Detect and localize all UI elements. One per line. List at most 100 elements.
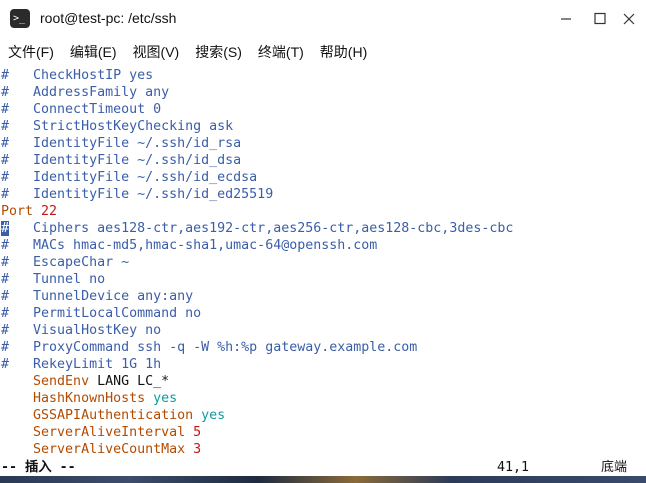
comment-marker: # bbox=[1, 119, 10, 134]
maximize-button[interactable] bbox=[588, 8, 612, 30]
comment-marker: # bbox=[1, 153, 10, 168]
comment-marker: # bbox=[1, 102, 10, 117]
terminal-line: # AddressFamily any bbox=[0, 84, 646, 101]
terminal-line: # PermitLocalCommand no bbox=[0, 305, 646, 322]
terminal-line: # IdentityFile ~/.ssh/id_rsa bbox=[0, 135, 646, 152]
config-value-number: 22 bbox=[41, 204, 58, 219]
terminal-line: # IdentityFile ~/.ssh/id_dsa bbox=[0, 152, 646, 169]
terminal-line: SendEnv LANG LC_* bbox=[0, 373, 646, 390]
comment-marker: # bbox=[1, 323, 10, 338]
comment-text: EscapeChar ~ bbox=[9, 255, 130, 270]
comment-marker: # bbox=[1, 272, 10, 287]
config-key: ServerAliveInterval bbox=[33, 425, 186, 440]
comment-marker: # bbox=[1, 68, 10, 83]
terminal-line: # RekeyLimit 1G 1h bbox=[0, 356, 646, 373]
config-value-number: 3 bbox=[193, 442, 202, 457]
comment-marker: # bbox=[1, 187, 10, 202]
menu-edit[interactable]: 编辑(E) bbox=[62, 38, 125, 67]
menu-search[interactable]: 搜索(S) bbox=[187, 38, 250, 67]
comment-marker: # bbox=[1, 136, 10, 151]
comment-text: Tunnel no bbox=[9, 272, 106, 287]
menu-file[interactable]: 文件(F) bbox=[0, 38, 62, 67]
config-key: Port bbox=[1, 204, 34, 219]
comment-text: StrictHostKeyChecking ask bbox=[9, 119, 234, 134]
minimize-icon bbox=[561, 18, 571, 20]
terminal-line: ServerAliveInterval 5 bbox=[0, 424, 646, 441]
comment-text: ConnectTimeout 0 bbox=[9, 102, 162, 117]
comment-text: VisualHostKey no bbox=[9, 323, 162, 338]
comment-text: IdentityFile ~/.ssh/id_ecdsa bbox=[9, 170, 258, 185]
text-cursor: # bbox=[1, 221, 10, 236]
comment-text: RekeyLimit 1G 1h bbox=[9, 357, 162, 372]
config-key: GSSAPIAuthentication bbox=[33, 408, 194, 423]
scroll-position: 底端 bbox=[601, 460, 628, 475]
comment-text: TunnelDevice any:any bbox=[9, 289, 194, 304]
terminal-line: # Ciphers aes128-ctr,aes192-ctr,aes256-c… bbox=[0, 220, 646, 237]
comment-marker: # bbox=[1, 85, 10, 100]
config-value: LANG LC_* bbox=[89, 374, 170, 389]
menu-terminal[interactable]: 终端(T) bbox=[250, 38, 312, 67]
desktop-background bbox=[0, 476, 646, 483]
terminal-line: # IdentityFile ~/.ssh/id_ecdsa bbox=[0, 169, 646, 186]
terminal-line: # IdentityFile ~/.ssh/id_ed25519 bbox=[0, 186, 646, 203]
terminal-icon: >_ bbox=[10, 9, 30, 28]
comment-text: Ciphers aes128-ctr,aes192-ctr,aes256-ctr… bbox=[9, 221, 514, 236]
terminal-line: # EscapeChar ~ bbox=[0, 254, 646, 271]
config-value-boolean: yes bbox=[201, 408, 226, 423]
comment-marker: # bbox=[1, 238, 10, 253]
config-value-boolean: yes bbox=[153, 391, 178, 406]
terminal-line: # VisualHostKey no bbox=[0, 322, 646, 339]
comment-marker: # bbox=[1, 289, 10, 304]
config-key: HashKnownHosts bbox=[33, 391, 146, 406]
comment-marker: # bbox=[1, 255, 10, 270]
comment-marker: # bbox=[1, 170, 10, 185]
menu-bar: 文件(F) 编辑(E) 视图(V) 搜索(S) 终端(T) 帮助(H) bbox=[0, 38, 646, 67]
terminal-line: # StrictHostKeyChecking ask bbox=[0, 118, 646, 135]
comment-text: IdentityFile ~/.ssh/id_dsa bbox=[9, 153, 242, 168]
window-title: root@test-pc: /etc/ssh bbox=[40, 10, 177, 26]
close-button[interactable] bbox=[621, 8, 645, 30]
insert-mode-indicator: -- 插入 -- bbox=[1, 460, 76, 475]
comment-marker: # bbox=[1, 340, 10, 355]
minimize-button[interactable] bbox=[554, 8, 578, 30]
terminal-line: HashKnownHosts yes bbox=[0, 390, 646, 407]
terminal-line: ServerAliveCountMax 3 bbox=[0, 441, 646, 458]
comment-text: MACs hmac-md5,hmac-sha1,umac-64@openssh.… bbox=[9, 238, 378, 253]
comment-text: ProxyCommand ssh -q -W %h:%p gateway.exa… bbox=[9, 340, 418, 355]
comment-marker: # bbox=[1, 306, 10, 321]
cursor-position: 41,1 bbox=[497, 460, 530, 475]
terminal-line: # ProxyCommand ssh -q -W %h:%p gateway.e… bbox=[0, 339, 646, 356]
config-key: ServerAliveCountMax bbox=[33, 442, 186, 457]
config-value-number: 5 bbox=[193, 425, 202, 440]
terminal-line: # ConnectTimeout 0 bbox=[0, 101, 646, 118]
comment-text: AddressFamily any bbox=[9, 85, 170, 100]
terminal-line: # TunnelDevice any:any bbox=[0, 288, 646, 305]
terminal-line: GSSAPIAuthentication yes bbox=[0, 407, 646, 424]
terminal-line: # Tunnel no bbox=[0, 271, 646, 288]
config-key: SendEnv bbox=[33, 374, 90, 389]
comment-text: PermitLocalCommand no bbox=[9, 306, 202, 321]
menu-view[interactable]: 视图(V) bbox=[125, 38, 188, 67]
terminal-text-area[interactable]: # CheckHostIP yes # AddressFamily any # Co… bbox=[0, 67, 646, 473]
comment-marker: # bbox=[1, 357, 10, 372]
terminal-line: Port 22 bbox=[0, 203, 646, 220]
close-icon bbox=[623, 13, 635, 25]
terminal-line: # MACs hmac-md5,hmac-sha1,umac-64@openss… bbox=[0, 237, 646, 254]
menu-help[interactable]: 帮助(H) bbox=[312, 38, 375, 67]
vim-status-line: -- 插入 -- 41,1 底端 bbox=[0, 459, 646, 476]
terminal-line: # CheckHostIP yes bbox=[0, 67, 646, 84]
comment-text: CheckHostIP yes bbox=[9, 68, 154, 83]
window-titlebar[interactable]: >_ root@test-pc: /etc/ssh bbox=[0, 0, 646, 38]
comment-text: IdentityFile ~/.ssh/id_rsa bbox=[9, 136, 242, 151]
maximize-icon bbox=[594, 12, 606, 25]
